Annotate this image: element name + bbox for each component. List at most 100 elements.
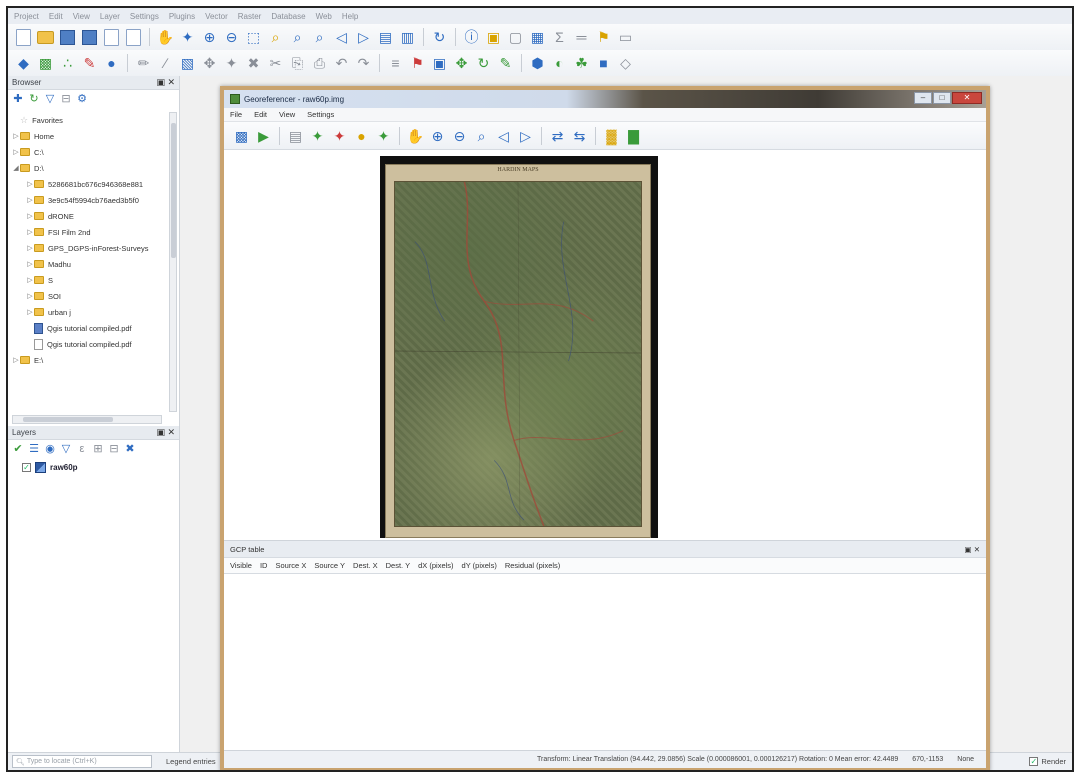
zoom-next-icon[interactable]: ▷ bbox=[516, 126, 535, 145]
collapse-icon[interactable]: ⊟ bbox=[60, 93, 72, 105]
collapsed-arrow-icon[interactable]: ▷ bbox=[26, 180, 34, 188]
menu-edit[interactable]: Edit bbox=[49, 12, 63, 21]
georeferencer-canvas[interactable]: HARDIN MAPS bbox=[224, 150, 986, 540]
copy-icon[interactable]: ⎘ bbox=[288, 54, 307, 73]
start-georef-icon[interactable]: ▶ bbox=[254, 126, 273, 145]
gcp-table-body[interactable] bbox=[224, 574, 986, 759]
georeferencer-titlebar[interactable]: Georeferencer - raw60p.img – □ ✕ bbox=[224, 90, 986, 108]
python-icon[interactable]: ⬢ bbox=[528, 54, 547, 73]
browser-tree-item[interactable]: ▷ dRONE bbox=[8, 208, 179, 224]
menu-database[interactable]: Database bbox=[271, 12, 305, 21]
move-feature-icon[interactable]: ✥ bbox=[200, 54, 219, 73]
label-move-icon[interactable]: ✥ bbox=[452, 54, 471, 73]
scanned-map-raster[interactable]: HARDIN MAPS bbox=[380, 156, 658, 538]
move-gcp-icon[interactable]: ● bbox=[352, 126, 371, 145]
gcp-column-header[interactable]: Source Y bbox=[314, 561, 345, 570]
collapsed-arrow-icon[interactable]: ▷ bbox=[26, 260, 34, 268]
undo-icon[interactable]: ↶ bbox=[332, 54, 351, 73]
render-checkbox[interactable]: ✓ bbox=[1029, 757, 1039, 766]
gcp-column-header[interactable]: ID bbox=[260, 561, 268, 570]
zoom-selection-icon[interactable]: ⌕ bbox=[266, 28, 285, 47]
zoom-in-icon[interactable]: ⊕ bbox=[428, 126, 447, 145]
label-pin-icon[interactable]: ⚑ bbox=[408, 54, 427, 73]
browser-tree-item[interactable]: ◢ D:\ bbox=[8, 160, 179, 176]
collapsed-arrow-icon[interactable]: ▷ bbox=[26, 244, 34, 252]
menu-settings[interactable]: Settings bbox=[130, 12, 159, 21]
remove-layer-icon[interactable]: ✖ bbox=[124, 443, 136, 455]
statistics-icon[interactable]: Σ bbox=[550, 28, 569, 47]
digitize-icon[interactable]: ✎ bbox=[80, 54, 99, 73]
transform-settings-icon[interactable]: ▓ bbox=[602, 126, 621, 145]
open-table-icon[interactable]: ▦ bbox=[528, 28, 547, 47]
save-project-icon[interactable] bbox=[58, 28, 77, 47]
zoom-native-icon[interactable]: ⌕ bbox=[310, 28, 329, 47]
refresh-icon[interactable]: ↻ bbox=[28, 93, 40, 105]
browser-tree-item[interactable]: ▷ E:\ bbox=[8, 352, 179, 368]
collapsed-arrow-icon[interactable]: ▷ bbox=[12, 132, 20, 140]
georef-menu-settings[interactable]: Settings bbox=[307, 110, 334, 119]
browser-tree-item[interactable]: ▷ FSI Film 2nd bbox=[8, 224, 179, 240]
grass-icon[interactable]: ■ bbox=[594, 54, 613, 73]
text-annotation-icon[interactable]: ▭ bbox=[616, 28, 635, 47]
collapsed-arrow-icon[interactable]: ▷ bbox=[12, 148, 20, 156]
link-georef-icon[interactable]: ⇄ bbox=[548, 126, 567, 145]
cut-icon[interactable]: ✂ bbox=[266, 54, 285, 73]
close-button[interactable]: ✕ bbox=[952, 92, 982, 104]
browser-tree-item[interactable]: ▷ Home bbox=[8, 128, 179, 144]
add-icon[interactable]: ✚ bbox=[12, 93, 24, 105]
identify-icon[interactable]: ⓘ bbox=[462, 28, 481, 47]
save-as-icon[interactable] bbox=[80, 28, 99, 47]
browser-tree-item[interactable]: ▷ S bbox=[8, 272, 179, 288]
delete-point-icon[interactable]: ✦ bbox=[330, 126, 349, 145]
label-highlight-icon[interactable]: ▣ bbox=[430, 54, 449, 73]
zoom-out-icon[interactable]: ⊖ bbox=[222, 28, 241, 47]
dock-float-close-icon[interactable]: ▣ ✕ bbox=[156, 427, 175, 438]
menu-project[interactable]: Project bbox=[14, 12, 39, 21]
locator-search-input[interactable]: 🔍︎ Type to locate (Ctrl+K) bbox=[12, 755, 152, 768]
redo-icon[interactable]: ↷ bbox=[354, 54, 373, 73]
maximize-button[interactable]: □ bbox=[933, 92, 951, 104]
collapse-all-icon[interactable]: ⊟ bbox=[108, 443, 120, 455]
new-bookmark-icon[interactable]: ▤ bbox=[376, 28, 395, 47]
collapsed-arrow-icon[interactable]: ▷ bbox=[26, 228, 34, 236]
gcp-column-header[interactable]: dX (pixels) bbox=[418, 561, 453, 570]
minimize-button[interactable]: – bbox=[914, 92, 932, 104]
toggle-edit-icon[interactable]: ● bbox=[102, 54, 121, 73]
browser-tree-item[interactable]: ▷ 3e9c54f5994cb76aed3b5f0 bbox=[8, 192, 179, 208]
visibility-icon[interactable]: ✔ bbox=[12, 443, 24, 455]
browser-hscroll[interactable] bbox=[12, 415, 162, 424]
menu-plugins[interactable]: Plugins bbox=[169, 12, 195, 21]
show-bookmarks-icon[interactable]: ▥ bbox=[398, 28, 417, 47]
zoom-next-icon[interactable]: ▷ bbox=[354, 28, 373, 47]
label-change-icon[interactable]: ✎ bbox=[496, 54, 515, 73]
new-project-icon[interactable] bbox=[14, 28, 33, 47]
pan-icon[interactable]: ✋ bbox=[406, 126, 425, 145]
menu-web[interactable]: Web bbox=[316, 12, 332, 21]
full-histogram-icon[interactable]: ▇ bbox=[624, 126, 643, 145]
manage-map-theme-icon[interactable]: ◉ bbox=[44, 443, 56, 455]
label-icon[interactable]: ≡ bbox=[386, 54, 405, 73]
deselect-icon[interactable]: ▢ bbox=[506, 28, 525, 47]
zoom-out-icon[interactable]: ⊖ bbox=[450, 126, 469, 145]
save-edits-icon[interactable]: ∕ bbox=[156, 54, 175, 73]
expanded-arrow-icon[interactable]: ◢ bbox=[12, 164, 20, 172]
gcp-column-header[interactable]: Dest. Y bbox=[386, 561, 410, 570]
zoom-last-icon[interactable]: ◁ bbox=[494, 126, 513, 145]
composer-manager-icon[interactable] bbox=[124, 28, 143, 47]
collapsed-arrow-icon[interactable]: ▷ bbox=[26, 292, 34, 300]
zoom-last-icon[interactable]: ◁ bbox=[332, 28, 351, 47]
pan-icon[interactable]: ✋ bbox=[156, 28, 175, 47]
dock-float-close-icon[interactable]: ▣ ✕ bbox=[965, 545, 980, 554]
refresh-icon[interactable]: ↻ bbox=[430, 28, 449, 47]
expand-all-icon[interactable]: ⊞ bbox=[92, 443, 104, 455]
browser-vscroll[interactable] bbox=[169, 112, 177, 412]
plugin-leaf-icon[interactable]: ☘ bbox=[572, 54, 591, 73]
browser-tree-item[interactable]: ▷ 5286681bc676c946368e881 bbox=[8, 176, 179, 192]
layer-visibility-checkbox[interactable]: ✓ bbox=[22, 462, 31, 472]
gcp-column-header[interactable]: Residual (pixels) bbox=[505, 561, 560, 570]
collapsed-arrow-icon[interactable]: ▷ bbox=[12, 356, 20, 364]
edit-pencil-icon[interactable]: ✏ bbox=[134, 54, 153, 73]
gcp-column-header[interactable]: Dest. X bbox=[353, 561, 378, 570]
add-group-icon[interactable]: ☰ bbox=[28, 443, 40, 455]
collapsed-arrow-icon[interactable]: ▷ bbox=[26, 276, 34, 284]
